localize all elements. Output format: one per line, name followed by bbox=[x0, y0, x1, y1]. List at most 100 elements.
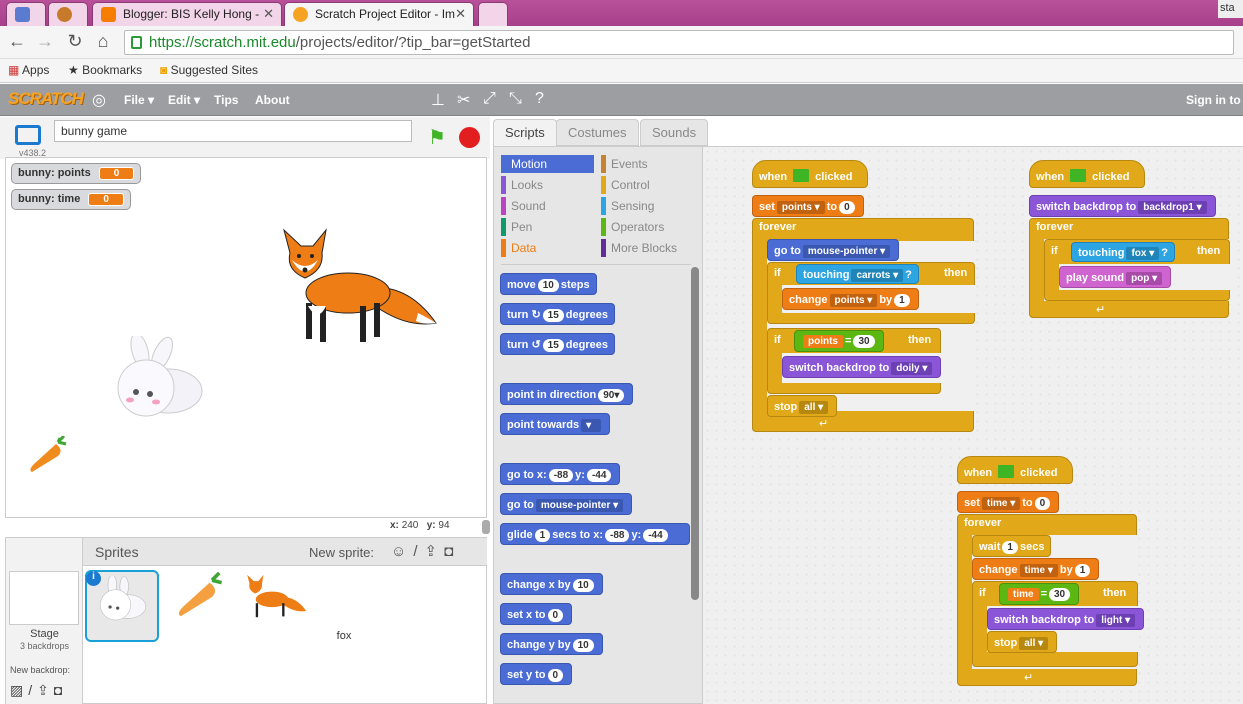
block-input[interactable]: 0 bbox=[1034, 497, 1051, 510]
category-control[interactable]: Control bbox=[601, 176, 694, 194]
block-input[interactable]: -88 bbox=[604, 529, 630, 542]
category-sound[interactable]: Sound bbox=[501, 197, 594, 215]
menu-file[interactable]: File ▾ bbox=[124, 93, 154, 107]
hat-when-flag-clicked[interactable]: when clicked bbox=[1029, 160, 1145, 188]
sprite-thumb-fox[interactable]: fox bbox=[237, 570, 351, 642]
scripts-area[interactable]: when clicked set points ▾ to 0 forever go to… bbox=[703, 146, 1243, 704]
new-tab-button[interactable] bbox=[478, 2, 508, 26]
stop-icon[interactable] bbox=[459, 127, 480, 148]
block-input[interactable]: 10 bbox=[537, 279, 559, 292]
menu-edit[interactable]: Edit ▾ bbox=[168, 93, 200, 107]
paint-backdrop-icon[interactable]: ▨ bbox=[10, 682, 28, 698]
menu-tips[interactable]: Tips bbox=[214, 93, 238, 107]
block-stop-all[interactable]: stop all ▾ bbox=[767, 395, 838, 417]
category-more-blocks[interactable]: More Blocks bbox=[601, 239, 694, 257]
forever-loop[interactable]: forever go to mouse-pointer ▾ if touching… bbox=[752, 218, 976, 432]
category-operators[interactable]: Operators bbox=[601, 218, 694, 236]
block-set-time[interactable]: set time ▾ to 0 bbox=[957, 491, 1060, 513]
block-dropdown[interactable]: carrots ▾ bbox=[851, 269, 904, 282]
variable-reporter[interactable]: time bbox=[1008, 588, 1039, 601]
info-icon[interactable]: i bbox=[86, 571, 101, 586]
bookmark-bookmarks[interactable]: ★ Bookmarks bbox=[68, 63, 142, 77]
tab-pinned[interactable] bbox=[48, 2, 88, 26]
block-glide[interactable]: glide 1 secs to x: -88 y: -44 bbox=[500, 523, 690, 545]
block-point-towards[interactable]: point towards ▾ bbox=[500, 413, 611, 435]
bookmark-apps[interactable]: ▦ Apps bbox=[8, 63, 49, 77]
category-events[interactable]: Events bbox=[601, 155, 694, 173]
tab-apps[interactable] bbox=[6, 2, 46, 26]
fullscreen-icon[interactable] bbox=[15, 125, 41, 145]
block-input[interactable]: -88 bbox=[548, 469, 574, 482]
block-goto-xy[interactable]: go to x: -88 y: -44 bbox=[500, 463, 621, 485]
block-goto[interactable]: go to mouse-pointer ▾ bbox=[500, 493, 633, 515]
monitor-time[interactable]: bunny: time 0 bbox=[11, 189, 131, 210]
block-turn-right[interactable]: turn ↻ 15 degrees bbox=[500, 303, 615, 325]
block-input[interactable]: 0 bbox=[839, 201, 855, 214]
block-stop-all[interactable]: stop all ▾ bbox=[987, 631, 1058, 653]
if-time-equals[interactable]: if time = 30 then switch backdrop to light … bbox=[972, 581, 1145, 667]
if-points-equals[interactable]: if points = 30 then switch backdrop to doil… bbox=[767, 328, 942, 394]
stage-thumbnail[interactable] bbox=[9, 571, 79, 625]
block-play-sound[interactable]: play sound pop ▾ bbox=[1059, 266, 1172, 288]
block-input[interactable]: 10 bbox=[572, 639, 594, 652]
grow-icon[interactable]: ⤢ bbox=[483, 90, 496, 108]
block-dropdown[interactable]: doily ▾ bbox=[891, 362, 933, 375]
block-input[interactable]: 1 bbox=[1002, 541, 1018, 554]
forward-icon[interactable]: → bbox=[34, 31, 56, 52]
block-input[interactable]: 1 bbox=[894, 294, 910, 307]
globe-icon[interactable]: ◎ bbox=[92, 90, 106, 110]
sprite-thumb-bunny[interactable]: i bunny bbox=[85, 570, 198, 642]
hat-when-flag-clicked[interactable]: when clicked bbox=[957, 456, 1073, 484]
variable-dropdown[interactable]: time ▾ bbox=[1019, 564, 1058, 577]
address-bar[interactable]: https://scratch.mit.edu/projects/editor/… bbox=[124, 30, 1234, 55]
block-set-y[interactable]: set y to 0 bbox=[500, 663, 573, 685]
stage-canvas[interactable]: bunny: points 0 bunny: time 0 bbox=[5, 157, 487, 518]
category-sensing[interactable]: Sensing bbox=[601, 197, 694, 215]
block-point-direction[interactable]: point in direction 90▾ bbox=[500, 383, 634, 405]
block-dropdown[interactable]: all ▾ bbox=[799, 401, 829, 414]
forever-loop[interactable]: forever wait 1 secs change time ▾ by 1 if tim… bbox=[957, 514, 1145, 686]
library-icon[interactable]: ☺ bbox=[391, 543, 413, 560]
tab-sounds[interactable]: Sounds bbox=[640, 119, 709, 146]
home-icon[interactable]: ⌂ bbox=[92, 31, 114, 52]
block-wait[interactable]: wait 1 secs bbox=[972, 535, 1052, 557]
operator-equals[interactable]: points = 30 bbox=[794, 330, 884, 352]
block-input[interactable]: 0 bbox=[547, 609, 564, 622]
user-badge[interactable]: sta bbox=[1218, 0, 1243, 18]
block-dropdown[interactable]: ▾ bbox=[581, 419, 602, 432]
variable-dropdown[interactable]: points ▾ bbox=[776, 201, 825, 214]
block-move[interactable]: move 10 steps bbox=[500, 273, 597, 295]
variable-dropdown[interactable]: points ▾ bbox=[829, 294, 878, 307]
pencil-icon[interactable]: / bbox=[28, 682, 37, 698]
block-input[interactable]: 1 bbox=[534, 529, 551, 542]
block-input[interactable]: 1 bbox=[1074, 564, 1091, 577]
block-dropdown[interactable]: mouse-pointer ▾ bbox=[535, 499, 624, 512]
block-set-points[interactable]: set points ▾ to 0 bbox=[752, 195, 864, 217]
block-input[interactable]: -44 bbox=[586, 469, 612, 482]
bookmark-suggested[interactable]: ◙ Suggested Sites bbox=[160, 63, 258, 77]
menu-about[interactable]: About bbox=[255, 93, 290, 107]
paintbrush-icon[interactable]: / bbox=[413, 543, 424, 560]
block-dropdown[interactable]: all ▾ bbox=[1019, 637, 1049, 650]
block-turn-left[interactable]: turn ↺ 15 degrees bbox=[500, 333, 615, 355]
tab-scripts[interactable]: Scripts bbox=[493, 119, 557, 146]
variable-dropdown[interactable]: time ▾ bbox=[981, 497, 1021, 510]
block-input[interactable]: 15 bbox=[542, 339, 564, 352]
tab-scratch[interactable]: Scratch Project Editor - Im ✕ bbox=[284, 2, 474, 26]
block-dropdown[interactable]: fox ▾ bbox=[1126, 247, 1160, 260]
block-change-x[interactable]: change x by 10 bbox=[500, 573, 603, 595]
camera-icon[interactable]: ◘ bbox=[444, 543, 460, 560]
help-icon[interactable]: ? bbox=[535, 90, 544, 108]
camera-icon[interactable]: ◘ bbox=[54, 682, 67, 698]
project-name-input[interactable]: bunny game bbox=[54, 120, 412, 142]
sprite-thumb-carrots[interactable]: carrots bbox=[163, 570, 278, 642]
block-set-x[interactable]: set x to 0 bbox=[500, 603, 573, 625]
collapse-stage-icon[interactable] bbox=[482, 520, 490, 534]
close-icon[interactable]: ✕ bbox=[455, 6, 466, 22]
block-input[interactable]: 30 bbox=[853, 335, 875, 348]
carrot-sprite[interactable] bbox=[28, 436, 68, 476]
block-dropdown[interactable]: light ▾ bbox=[1096, 614, 1136, 627]
hat-when-flag-clicked[interactable]: when clicked bbox=[752, 160, 868, 188]
operator-equals[interactable]: time = 30 bbox=[999, 583, 1080, 605]
fox-sprite[interactable] bbox=[268, 228, 438, 346]
